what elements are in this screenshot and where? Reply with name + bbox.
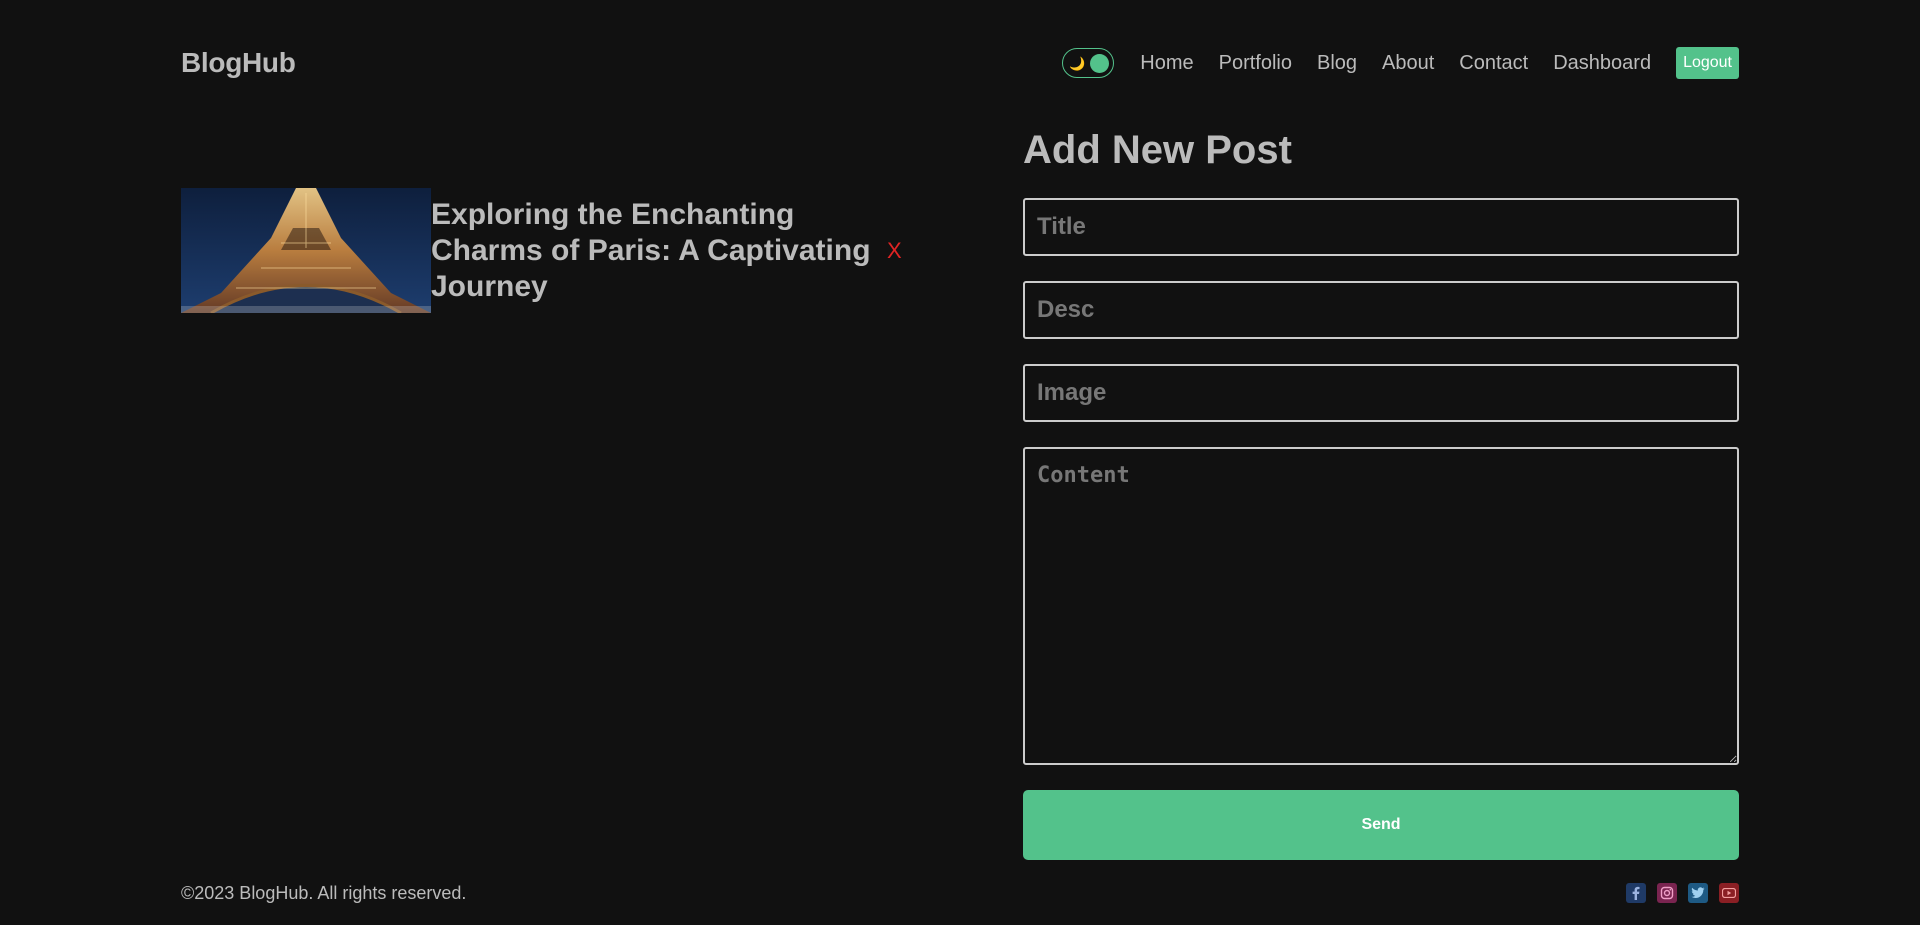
twitter-icon[interactable] <box>1688 883 1708 903</box>
instagram-icon[interactable] <box>1657 883 1677 903</box>
toggle-knob <box>1090 53 1110 73</box>
image-input[interactable] <box>1023 364 1739 422</box>
copyright-text: ©2023 BlogHub. All rights reserved. <box>181 882 467 903</box>
footer: ©2023 BlogHub. All rights reserved. <box>181 878 1739 908</box>
logout-button[interactable]: Logout <box>1676 47 1739 79</box>
post-title[interactable]: Exploring the Enchanting Charms of Paris… <box>431 197 881 305</box>
title-input[interactable] <box>1023 198 1739 256</box>
nav-link-about[interactable]: About <box>1382 52 1434 75</box>
delete-post-button[interactable]: X <box>887 238 902 264</box>
content-textarea[interactable] <box>1023 447 1739 765</box>
nav-link-contact[interactable]: Contact <box>1459 52 1528 75</box>
theme-toggle[interactable]: 🌙 <box>1062 48 1115 78</box>
social-links <box>1615 883 1739 903</box>
nav-link-portfolio[interactable]: Portfolio <box>1219 52 1292 75</box>
facebook-icon[interactable] <box>1626 883 1646 903</box>
site-logo[interactable]: BlogHub <box>181 47 296 79</box>
page: BlogHub 🌙 Home Portfolio Blog About Cont… <box>181 0 1739 925</box>
youtube-icon[interactable] <box>1719 883 1739 903</box>
nav-link-dashboard[interactable]: Dashboard <box>1553 52 1651 75</box>
moon-icon: 🌙 <box>1069 55 1086 71</box>
nav-link-blog[interactable]: Blog <box>1317 52 1357 75</box>
post-item: Exploring the Enchanting Charms of Paris… <box>181 188 902 313</box>
nav-menu: 🌙 Home Portfolio Blog About Contact Dash… <box>1062 47 1739 79</box>
form-heading: Add New Post <box>1023 128 1292 172</box>
desc-input[interactable] <box>1023 281 1739 339</box>
send-button[interactable]: Send <box>1023 790 1739 860</box>
add-post-form: Add New Post Send <box>1023 120 1739 860</box>
navbar: BlogHub 🌙 Home Portfolio Blog About Cont… <box>181 38 1739 88</box>
post-image <box>181 188 431 313</box>
nav-link-home[interactable]: Home <box>1140 52 1193 75</box>
